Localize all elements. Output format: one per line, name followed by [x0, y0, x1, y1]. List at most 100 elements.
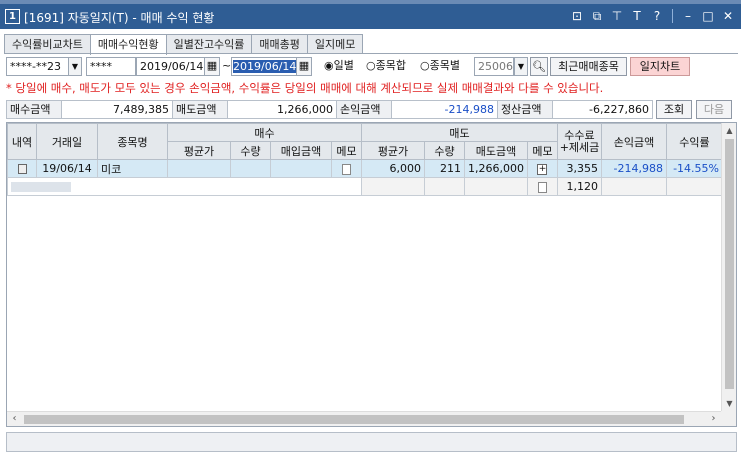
vertical-scrollbar[interactable]: ▲ ▼	[721, 123, 736, 411]
tab-bar: 수익률비교차트 매매수익현황 일별잔고수익률 매매총평 일지메모	[4, 34, 364, 55]
window-title: [1691] 자동일지(T) - 매매 수익 현황	[24, 11, 215, 25]
window-controls: ⊡ ⧉ ⊤ T ? – □ ✕	[570, 8, 735, 24]
control-row: ****-**23 ▼ **** 2019/06/14 ▦ ~ 2019/06/…	[6, 57, 736, 76]
search-icon[interactable]: 🔍︎	[530, 57, 548, 76]
calendar-from-icon[interactable]: ▦	[204, 57, 220, 76]
query-button[interactable]: 조회	[656, 100, 692, 119]
tab-return-compare-chart[interactable]: 수익률비교차트	[4, 34, 91, 54]
blurred-content	[11, 182, 71, 192]
font-icon[interactable]: T	[630, 8, 644, 24]
subrow-empty-cell	[600, 177, 667, 196]
recent-trades-button[interactable]: 최근매매종목	[550, 57, 627, 76]
scroll-left-icon[interactable]: ‹	[7, 412, 22, 426]
header-buy-group: 매수	[167, 123, 362, 142]
date-tilde: ~	[222, 59, 232, 72]
pin-icon[interactable]: ⊤	[610, 8, 624, 24]
header-detail[interactable]: 내역	[7, 123, 37, 160]
header-sell-group: 매도	[361, 123, 558, 142]
buy-qty-cell	[230, 159, 271, 178]
header-profit-loss[interactable]: 손익금액	[600, 123, 667, 160]
profit-loss-value: -214,988	[391, 100, 498, 119]
sell-amount-cell: 1,266,000	[464, 159, 528, 178]
trade-table: 내역 거래일 종목명 매수 매도 수수료 +제세금 손익금액 수익률 평균가 수량…	[7, 123, 723, 196]
radio-daily-label: 일별	[333, 59, 354, 72]
tab-journal-memo[interactable]: 일지메모	[306, 34, 364, 54]
date-cell: 19/06/14	[36, 159, 98, 178]
radio-stock-sum[interactable]: ○종목합	[366, 58, 406, 74]
settlement-value: -6,227,860	[552, 100, 653, 119]
header-buy-amount[interactable]: 매입금액	[270, 141, 332, 160]
copy-window-icon[interactable]: ⧉	[590, 8, 604, 24]
help-icon[interactable]: ?	[650, 8, 664, 24]
sell-memo-add-icon[interactable]: +	[537, 163, 548, 175]
tab-trade-review[interactable]: 매매총평	[251, 34, 308, 54]
subrow-fee-cell: 1,120	[556, 177, 602, 196]
notice-text: * 당일에 매수, 매도가 모두 있는 경우 손익금액, 수익률은 당일의 매매…	[6, 81, 604, 95]
calendar-to-icon[interactable]: ▦	[296, 57, 312, 76]
layout-icon[interactable]: ⊡	[570, 8, 584, 24]
title-bar[interactable]: 1 [1691] 자동일지(T) - 매매 수익 현황 ⊡ ⧉ ⊤ T ? – …	[0, 4, 741, 29]
maximize-icon[interactable]: □	[701, 8, 715, 24]
date-to-field[interactable]: 2019/06/14	[231, 57, 297, 76]
header-sell-avg[interactable]: 평균가	[361, 141, 425, 160]
horizontal-scroll-thumb[interactable]	[24, 415, 684, 424]
detail-cell[interactable]	[7, 159, 37, 178]
header-date[interactable]: 거래일	[36, 123, 98, 160]
radio-by-stock[interactable]: ○종목별	[420, 58, 460, 74]
buy-amount-cell	[270, 159, 332, 178]
scroll-up-icon[interactable]: ▲	[722, 123, 736, 138]
scroll-down-icon[interactable]: ▼	[722, 396, 736, 411]
date-to-value: 2019/06/14	[233, 60, 297, 73]
subrow-memo-cell[interactable]	[526, 177, 558, 196]
header-buy-avg[interactable]: 평균가	[167, 141, 231, 160]
buy-amount-value: 7,489,385	[61, 100, 173, 119]
stock-code-field[interactable]: 250060	[474, 57, 514, 76]
header-sell-qty[interactable]: 수량	[424, 141, 465, 160]
horizontal-scrollbar[interactable]: ‹ ›	[7, 411, 721, 426]
settlement-label: 정산금액	[497, 100, 553, 119]
date-from-field[interactable]: 2019/06/14	[136, 57, 206, 76]
profit-loss-label: 손익금액	[336, 100, 392, 119]
buy-memo-icon[interactable]	[342, 163, 351, 175]
minimize-icon[interactable]: –	[681, 8, 695, 24]
header-fee-line2: +제세금	[559, 140, 600, 154]
stock-cell: 미코	[97, 159, 168, 178]
header-buy-memo[interactable]: 메모	[331, 141, 362, 160]
next-button[interactable]: 다음	[696, 100, 732, 119]
tab-daily-balance-return[interactable]: 일별잔고수익률	[165, 34, 253, 54]
subrow-memo-icon[interactable]	[537, 181, 547, 193]
subrow-empty-cell	[665, 177, 723, 196]
scroll-right-icon[interactable]: ›	[706, 412, 721, 426]
subrow-empty-cell	[424, 177, 465, 196]
account-field[interactable]: ****-**23	[6, 57, 69, 76]
password-field[interactable]: ****	[86, 57, 136, 76]
sell-amount-value: 1,266,000	[227, 100, 337, 119]
buy-memo-cell[interactable]	[331, 159, 362, 178]
radio-daily[interactable]: ◉일별	[324, 58, 354, 74]
journal-chart-button[interactable]: 일지차트	[630, 57, 690, 76]
tab-underline	[4, 53, 738, 54]
table-row[interactable]: 19/06/14 미코 6,000 211 1,266,000 + 3,355 …	[7, 159, 723, 178]
window-number: 1	[5, 9, 20, 24]
vertical-scroll-thumb[interactable]	[725, 139, 734, 389]
header-sell-amount[interactable]: 매도금액	[464, 141, 528, 160]
close-icon[interactable]: ✕	[721, 8, 735, 24]
detail-document-icon[interactable]	[17, 164, 27, 174]
profit-loss-cell: -214,988	[600, 159, 667, 178]
stock-code-dropdown-icon[interactable]: ▼	[514, 57, 528, 76]
subrow-empty-cell	[361, 177, 425, 196]
header-buy-qty[interactable]: 수량	[230, 141, 271, 160]
header-return[interactable]: 수익률	[665, 123, 723, 160]
header-fee[interactable]: 수수료 +제세금	[556, 123, 602, 160]
title-separator	[672, 9, 673, 23]
account-dropdown-icon[interactable]: ▼	[68, 57, 82, 76]
return-cell: -14.55%	[665, 159, 723, 178]
tab-trade-profit-status[interactable]: 매매수익현황	[89, 34, 167, 55]
sell-amount-label: 매도금액	[172, 100, 228, 119]
table-subrow: 1,120	[7, 177, 723, 196]
scroll-corner	[721, 411, 736, 426]
sell-memo-cell[interactable]: +	[526, 159, 558, 178]
radio-by-stock-label: 종목별	[429, 59, 460, 72]
header-sell-memo[interactable]: 메모	[526, 141, 558, 160]
header-stock[interactable]: 종목명	[97, 123, 168, 160]
